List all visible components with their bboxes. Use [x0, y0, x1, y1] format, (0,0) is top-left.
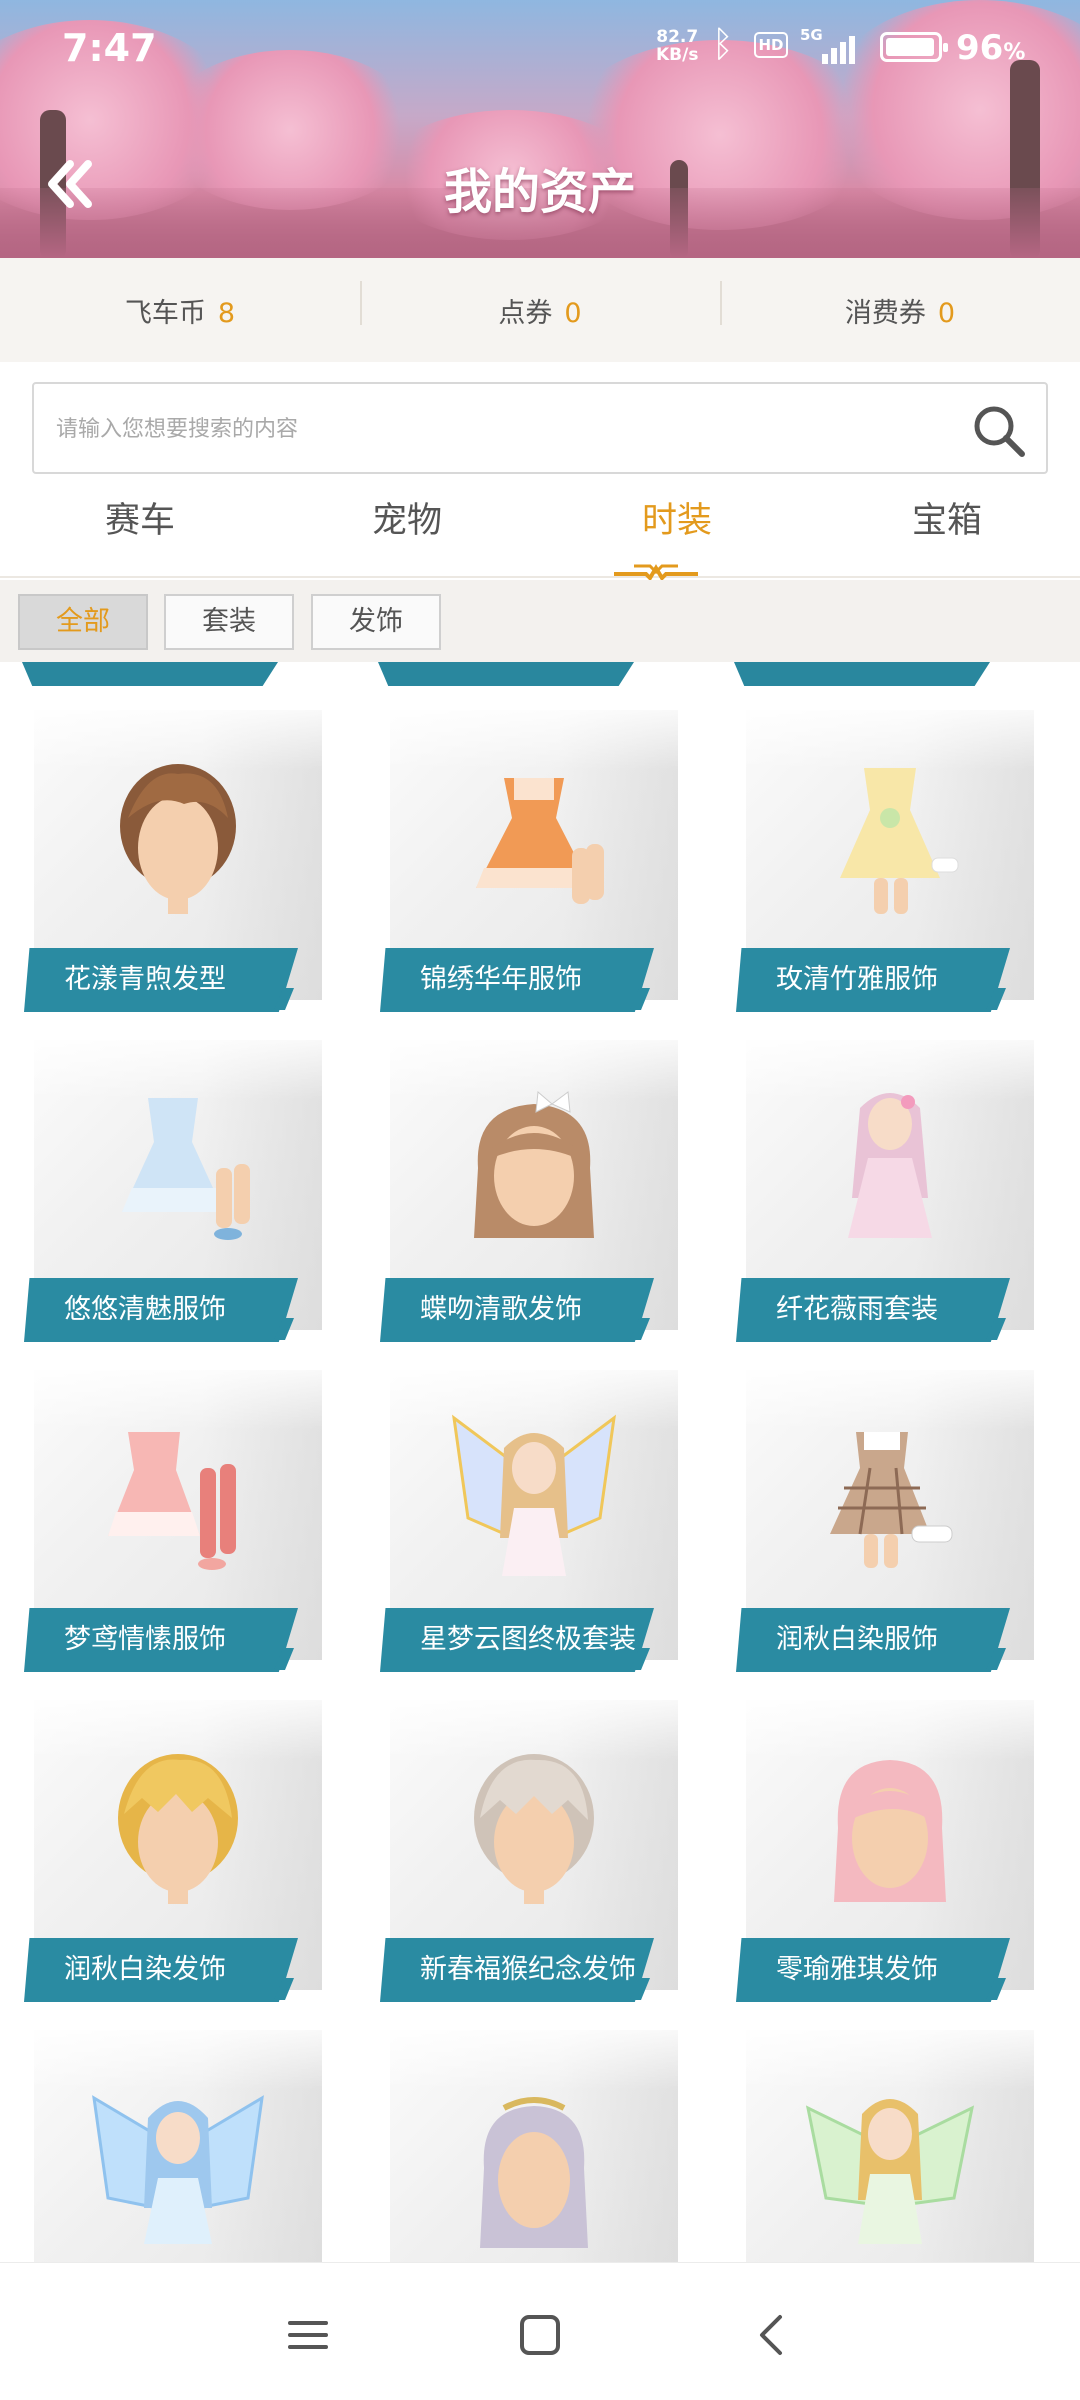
network-speed-value: 82.7 — [656, 27, 699, 47]
item-card[interactable] — [380, 2030, 678, 2262]
currency-feichebi: 飞车币 8 — [0, 291, 360, 330]
currency-bar: 飞车币 8 点券 0 消费券 0 — [0, 258, 1080, 362]
item-card[interactable] — [736, 2030, 1034, 2262]
header-banner: 7:47 82.7 KB/s ᛒ HD 5G 96% 我的资产 — [0, 0, 1080, 258]
item-card[interactable]: 锦绣华年服饰 — [380, 710, 678, 1020]
item-card[interactable]: 零瑜雅琪发饰 — [736, 1700, 1034, 2010]
signal-type: 5G — [800, 26, 823, 44]
hd-badge: HD — [754, 32, 788, 58]
item-card[interactable] — [24, 2030, 322, 2262]
item-card[interactable]: 星梦云图终极套装 — [380, 1370, 678, 1680]
item-card[interactable]: 梦鸢情愫服饰 — [24, 1370, 322, 1680]
tab-saiche[interactable]: 赛车 — [5, 492, 275, 543]
menu-icon[interactable] — [278, 2305, 338, 2365]
tab-baoxiang[interactable]: 宝箱 — [812, 492, 1080, 543]
hair-pink-long-icon — [834, 1760, 946, 1902]
item-name: 蝶吻清歌发饰 — [380, 1278, 654, 1342]
partial-label — [378, 662, 634, 686]
dress-pink-stockings-icon — [108, 1432, 236, 1570]
dress-yellow-icon — [840, 768, 959, 914]
tab-chongwu[interactable]: 宠物 — [272, 492, 542, 543]
filter-all[interactable]: 全部 — [18, 594, 148, 650]
battery-percent: 96% — [956, 28, 1025, 68]
character-green-winged-icon — [805, 2099, 975, 2244]
item-card[interactable]: 蝶吻清歌发饰 — [380, 1040, 678, 1350]
item-card[interactable]: 润秋白染发饰 — [24, 1700, 322, 2010]
currency-xiaofeiquan: 消费券 0 — [720, 280, 1080, 330]
item-name: 星梦云图终极套装 — [380, 1608, 654, 1672]
tab-shizhuang[interactable]: 时装 — [542, 492, 812, 543]
item-card[interactable]: 玫清竹雅服饰 — [736, 710, 1034, 1020]
category-tabs: 赛车 宠物 时装 宝箱 — [0, 486, 1080, 578]
battery-icon — [880, 32, 948, 62]
currency-dianquan: 点券 0 — [360, 280, 720, 330]
hair-silver-short-icon — [474, 1754, 594, 1904]
home-square-icon[interactable] — [510, 2305, 570, 2365]
status-time: 7:47 — [62, 26, 157, 70]
search-input[interactable] — [56, 404, 916, 454]
item-card[interactable]: 悠悠清魅服饰 — [24, 1040, 322, 1350]
character-blue-winged-icon — [92, 2095, 264, 2244]
item-name: 梦鸢情愫服饰 — [24, 1608, 298, 1672]
status-bar: 7:47 82.7 KB/s ᛒ HD 5G 96% — [0, 24, 1080, 74]
partial-label — [22, 662, 278, 686]
network-speed: 82.7 KB/s — [656, 28, 698, 64]
hair-silver-long-icon — [480, 2097, 588, 2248]
item-name: 润秋白染服饰 — [736, 1608, 1010, 1672]
item-card[interactable]: 花漾青煦发型 — [24, 710, 322, 1020]
item-name: 锦绣华年服饰 — [380, 948, 654, 1012]
item-name: 新春福猴纪念发饰 — [380, 1938, 654, 2002]
filter-suit[interactable]: 套装 — [164, 594, 294, 650]
item-name: 润秋白染发饰 — [24, 1938, 298, 2002]
network-speed-unit: KB/s — [656, 45, 699, 65]
tab-active-indicator — [614, 564, 698, 580]
filter-bar: 全部 套装 发饰 — [0, 580, 1080, 662]
bluetooth-icon: ᛒ — [712, 24, 734, 65]
hair-blonde-short-icon — [118, 1754, 238, 1904]
currency-value: 0 — [937, 297, 956, 329]
dress-orange-icon — [476, 778, 604, 904]
dress-blue-icon — [122, 1098, 250, 1240]
item-name: 玫清竹雅服饰 — [736, 948, 1010, 1012]
currency-value: 0 — [564, 297, 582, 329]
currency-label: 点券 — [498, 297, 553, 329]
item-card[interactable]: 新春福猴纪念发饰 — [380, 1700, 678, 2010]
system-nav-bar — [0, 2262, 1080, 2400]
item-card[interactable]: 润秋白染服饰 — [736, 1370, 1034, 1680]
search-icon[interactable] — [970, 402, 1028, 460]
item-card[interactable]: 纤花薇雨套装 — [736, 1040, 1034, 1350]
item-name: 花漾青煦发型 — [24, 948, 298, 1012]
battery-percent-unit: % — [1003, 40, 1026, 65]
filter-hair[interactable]: 发饰 — [311, 594, 441, 650]
hair-brown-short-icon — [120, 764, 236, 914]
battery-percent-value: 96 — [956, 28, 1004, 68]
partial-label — [734, 662, 990, 686]
back-chevron-icon[interactable] — [742, 2305, 802, 2365]
currency-value: 8 — [217, 297, 236, 329]
character-pink-dress-icon — [848, 1093, 932, 1238]
signal-icon: 5G — [800, 26, 856, 66]
page-title: 我的资产 — [443, 164, 636, 220]
search-box — [32, 382, 1048, 474]
item-name: 纤花薇雨套装 — [736, 1278, 1010, 1342]
battery-fill — [886, 38, 934, 56]
item-name: 零瑜雅琪发饰 — [736, 1938, 1010, 2002]
currency-label: 消费券 — [844, 297, 926, 329]
character-winged-icon — [452, 1414, 616, 1576]
hair-brown-long-bow-icon — [474, 1090, 594, 1238]
item-grid: 花漾青煦发型 锦绣华年服饰 玫清竹雅服饰 悠悠清魅服饰 蝶吻清歌发饰 纤花薇雨套… — [0, 662, 1080, 2262]
dress-plaid-icon — [830, 1432, 953, 1568]
item-name: 悠悠清魅服饰 — [24, 1278, 298, 1342]
currency-label: 飞车币 — [124, 297, 206, 329]
